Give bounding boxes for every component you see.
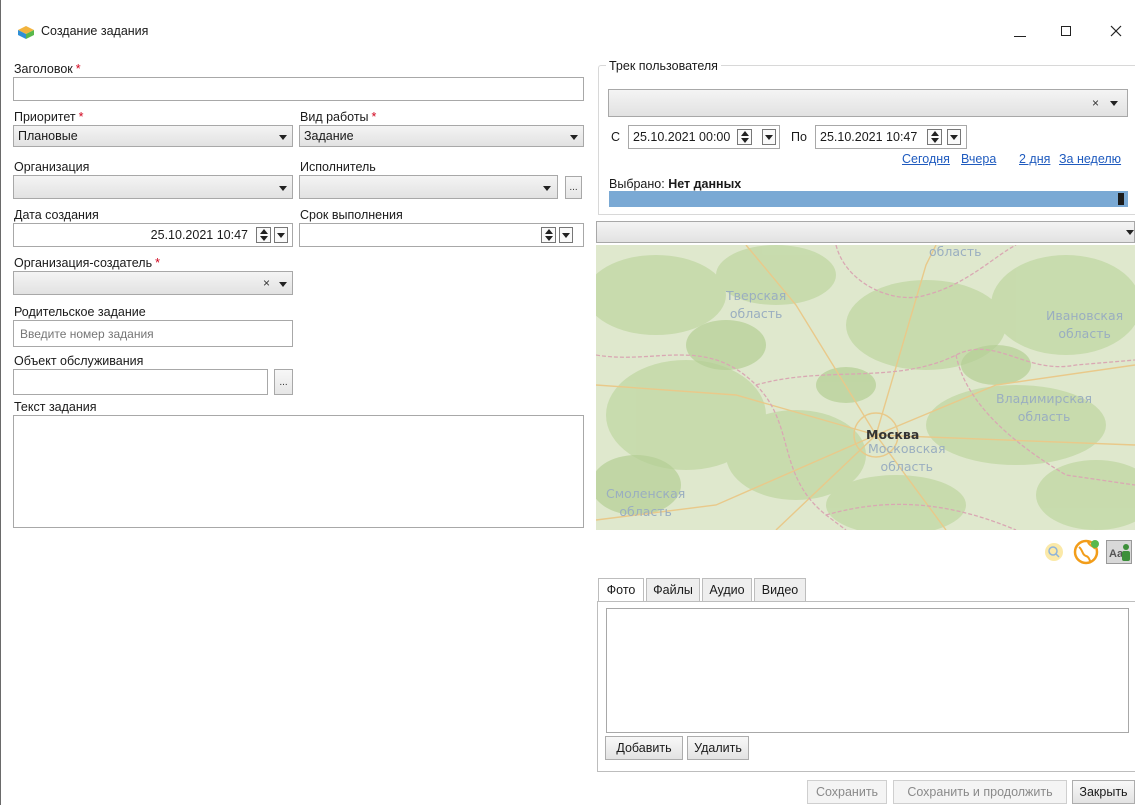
selected-status: Выбрано: Нет данных (609, 177, 741, 191)
window-left-border (0, 0, 1, 805)
map-user-labels-button[interactable]: Aa (1106, 540, 1132, 564)
track-progress-bar[interactable] (609, 191, 1128, 207)
selected-label: Выбрано: (609, 177, 665, 191)
task-text-area[interactable] (13, 415, 584, 528)
map-globe-button[interactable] (1073, 538, 1100, 565)
title-field-label: Заголовок * (14, 62, 81, 76)
object-input[interactable] (13, 369, 268, 395)
calendar-dropdown-button[interactable] (947, 129, 961, 145)
user-label-icon: Aa (1109, 544, 1130, 561)
clear-icon[interactable]: × (263, 276, 270, 290)
close-window-button[interactable] (1101, 20, 1131, 42)
creator-org-select[interactable]: × (13, 271, 293, 295)
priority-select[interactable]: Плановые (13, 125, 293, 147)
executor-browse-button[interactable]: ... (565, 176, 582, 199)
maximize-icon (1061, 26, 1071, 36)
save-and-continue-button[interactable]: Сохранить и продолжить (893, 780, 1067, 804)
progress-handle[interactable] (1118, 193, 1124, 205)
minimize-icon (1014, 36, 1026, 37)
worktype-label: Вид работы * (300, 110, 377, 124)
from-date-input[interactable]: 25.10.2021 00:00 (628, 125, 780, 149)
attachments-list[interactable] (606, 608, 1129, 733)
org-label: Организация (14, 160, 90, 174)
map-view[interactable]: область Тверская область Ивановская обла… (596, 245, 1135, 530)
to-date-input[interactable]: 25.10.2021 10:47 (815, 125, 967, 149)
search-icon (1045, 543, 1063, 561)
quick-link-today[interactable]: Сегодня (902, 152, 950, 166)
worktype-select[interactable]: Задание (299, 125, 584, 147)
app-icon (18, 26, 34, 39)
map-label-moscow-region: Московская область (868, 441, 946, 474)
title-bar: Создание задания (0, 0, 1135, 50)
maximize-button[interactable] (1051, 20, 1081, 42)
spinner-icon[interactable] (927, 129, 942, 145)
deadline-input[interactable] (299, 223, 584, 247)
from-label: С (611, 130, 621, 144)
title-input[interactable] (13, 77, 584, 101)
close-button[interactable]: Закрыть (1072, 780, 1135, 804)
tab-photo[interactable]: Фото (598, 578, 644, 602)
deadline-label: Срок выполнения (300, 208, 403, 222)
calendar-dropdown-button[interactable] (762, 129, 776, 145)
minimize-button[interactable] (1005, 20, 1035, 42)
spinner-icon[interactable] (737, 129, 752, 145)
map-search-button[interactable] (1043, 541, 1065, 563)
save-button[interactable]: Сохранить (807, 780, 887, 804)
created-date-value: 25.10.2021 10:47 (150, 228, 248, 242)
track-group-label: Трек пользователя (606, 59, 721, 73)
chevron-down-icon (570, 135, 578, 140)
map-label-smolensk: Смоленская область (606, 486, 686, 519)
org-select[interactable] (13, 175, 293, 199)
to-date-value: 25.10.2021 10:47 (820, 130, 918, 144)
selected-value: Нет данных (668, 177, 742, 191)
window-title: Создание задания (41, 24, 149, 38)
calendar-dropdown-button[interactable] (559, 227, 573, 243)
map-label-tver: Тверская область (726, 288, 787, 321)
from-date-value: 25.10.2021 00:00 (633, 130, 731, 144)
chevron-down-icon (543, 186, 551, 191)
to-label: По (791, 130, 807, 144)
created-date-label: Дата создания (14, 208, 99, 222)
svg-text:Aa: Aa (1109, 548, 1124, 560)
spinner-icon[interactable] (541, 227, 556, 243)
chevron-down-icon (279, 282, 287, 287)
quick-link-week[interactable]: За неделю (1059, 152, 1121, 166)
calendar-dropdown-button[interactable] (274, 227, 288, 243)
map-label-ivanovo: Ивановская область (1046, 308, 1124, 341)
globe-icon (1073, 539, 1099, 565)
parent-task-input[interactable] (13, 320, 293, 347)
executor-select[interactable] (299, 175, 558, 199)
chevron-down-icon (1126, 230, 1134, 235)
quick-link-2-days[interactable]: 2 дня (1019, 152, 1050, 166)
task-text-label: Текст задания (14, 400, 97, 414)
clear-icon[interactable]: × (1092, 96, 1099, 110)
object-label: Объект обслуживания (14, 354, 144, 368)
map-label-vladimir: Владимирская область (996, 391, 1093, 424)
close-icon (1110, 25, 1122, 37)
executor-label: Исполнитель (300, 160, 376, 174)
quick-link-yesterday[interactable]: Вчера (961, 152, 996, 166)
parent-task-label: Родительское задание (14, 305, 146, 319)
creator-org-label: Организация-создатель * (14, 256, 160, 270)
track-user-select[interactable]: × (608, 89, 1128, 117)
priority-label: Приоритет * (14, 110, 84, 124)
chevron-down-icon (279, 135, 287, 140)
add-attachment-button[interactable]: Добавить (605, 736, 683, 760)
tab-video[interactable]: Видео (754, 578, 806, 601)
map-label-top: область (929, 245, 982, 259)
map-layer-select[interactable] (596, 221, 1135, 243)
priority-value: Плановые (18, 129, 78, 143)
delete-attachment-button[interactable]: Удалить (687, 736, 749, 760)
worktype-value: Задание (304, 129, 354, 143)
created-date-input[interactable]: 25.10.2021 10:47 (13, 223, 293, 247)
tab-files[interactable]: Файлы (646, 578, 700, 601)
object-browse-button[interactable]: ... (274, 369, 293, 395)
spinner-icon[interactable] (256, 227, 271, 243)
chevron-down-icon (279, 186, 287, 191)
chevron-down-icon (1110, 101, 1118, 106)
tab-audio[interactable]: Аудио (702, 578, 752, 601)
